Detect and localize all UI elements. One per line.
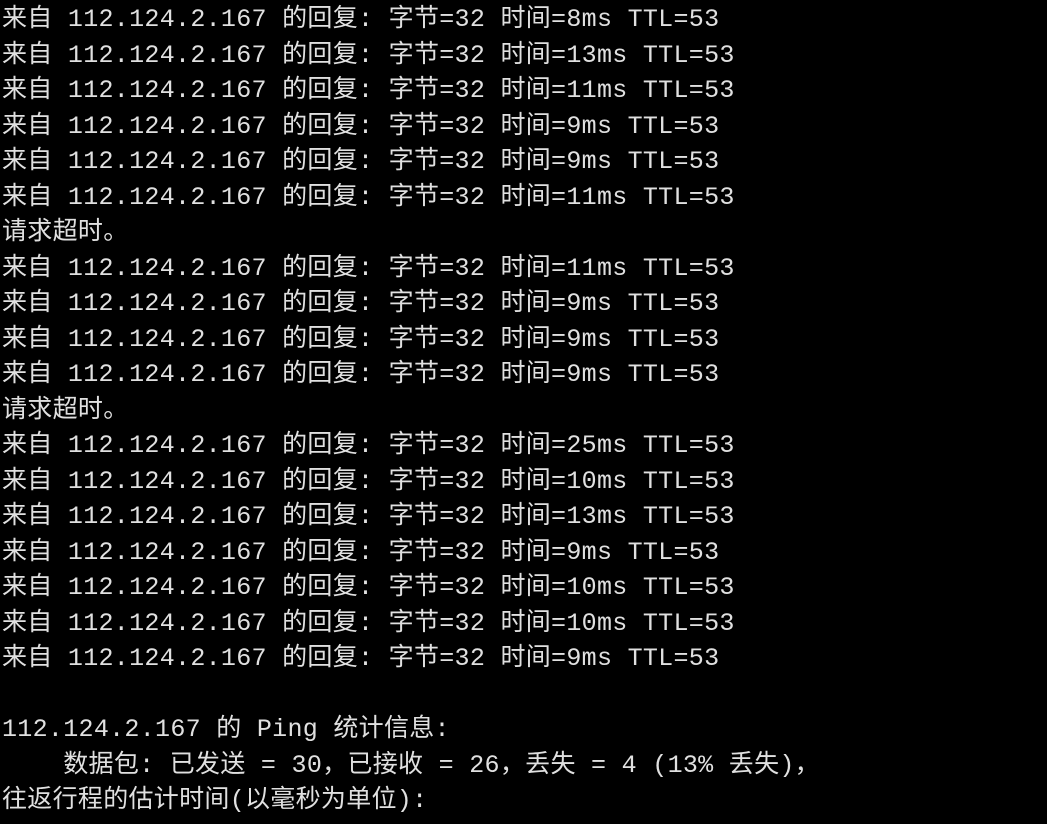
ping-reply-line: 来自 112.124.2.167 的回复: 字节=32 时间=13ms TTL=… <box>2 38 1047 74</box>
ping-timeout-line: 请求超时。 <box>2 215 1047 251</box>
ping-timeout-line: 请求超时。 <box>2 393 1047 429</box>
ping-reply-line: 来自 112.124.2.167 的回复: 字节=32 时间=9ms TTL=5… <box>2 109 1047 145</box>
ping-reply-line: 来自 112.124.2.167 的回复: 字节=32 时间=11ms TTL=… <box>2 73 1047 109</box>
ping-reply-line: 来自 112.124.2.167 的回复: 字节=32 时间=10ms TTL=… <box>2 464 1047 500</box>
ping-reply-line: 来自 112.124.2.167 的回复: 字节=32 时间=9ms TTL=5… <box>2 322 1047 358</box>
ping-reply-line: 来自 112.124.2.167 的回复: 字节=32 时间=11ms TTL=… <box>2 251 1047 287</box>
ping-reply-line: 来自 112.124.2.167 的回复: 字节=32 时间=10ms TTL=… <box>2 606 1047 642</box>
ping-reply-line: 来自 112.124.2.167 的回复: 字节=32 时间=8ms TTL=5… <box>2 2 1047 38</box>
ping-stats-rtt-header: 往返行程的估计时间(以毫秒为单位): <box>2 783 1047 819</box>
blank-line <box>2 677 1047 713</box>
ping-stats-packets: 数据包: 已发送 = 30，已接收 = 26，丢失 = 4 (13% 丢失)， <box>2 748 1047 784</box>
ping-reply-line: 来自 112.124.2.167 的回复: 字节=32 时间=9ms TTL=5… <box>2 144 1047 180</box>
ping-reply-line: 来自 112.124.2.167 的回复: 字节=32 时间=9ms TTL=5… <box>2 286 1047 322</box>
ping-reply-line: 来自 112.124.2.167 的回复: 字节=32 时间=11ms TTL=… <box>2 180 1047 216</box>
ping-stats-header: 112.124.2.167 的 Ping 统计信息: <box>2 712 1047 748</box>
ping-reply-line: 来自 112.124.2.167 的回复: 字节=32 时间=9ms TTL=5… <box>2 357 1047 393</box>
ping-reply-line: 来自 112.124.2.167 的回复: 字节=32 时间=10ms TTL=… <box>2 570 1047 606</box>
ping-reply-line: 来自 112.124.2.167 的回复: 字节=32 时间=13ms TTL=… <box>2 499 1047 535</box>
ping-reply-line: 来自 112.124.2.167 的回复: 字节=32 时间=9ms TTL=5… <box>2 535 1047 571</box>
terminal-output: 来自 112.124.2.167 的回复: 字节=32 时间=8ms TTL=5… <box>2 2 1047 819</box>
ping-reply-line: 来自 112.124.2.167 的回复: 字节=32 时间=25ms TTL=… <box>2 428 1047 464</box>
ping-reply-line: 来自 112.124.2.167 的回复: 字节=32 时间=9ms TTL=5… <box>2 641 1047 677</box>
